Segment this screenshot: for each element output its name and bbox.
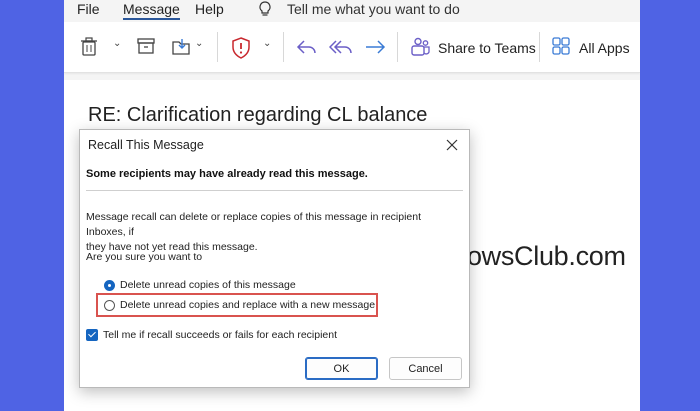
forward-icon[interactable] <box>364 37 386 62</box>
checkbox-checked[interactable] <box>86 329 98 341</box>
cancel-button[interactable]: Cancel <box>389 357 462 380</box>
ribbon-separator <box>397 32 398 62</box>
radio-button[interactable] <box>104 299 115 311</box>
delete-icon[interactable] <box>80 37 98 62</box>
dialog-warning: Some recipients may have already read th… <box>86 168 368 180</box>
recall-report-checkbox-row[interactable]: Tell me if recall succeeds or fails for … <box>86 329 337 341</box>
ribbon-separator <box>217 32 218 62</box>
description-line: Message recall can delete or replace cop… <box>86 211 422 238</box>
radio-label[interactable]: Delete unread copies and replace with a … <box>120 299 375 311</box>
move-icon[interactable] <box>171 37 193 62</box>
tell-me-search[interactable]: Tell me what you want to do <box>287 1 460 17</box>
ribbon-separator <box>283 32 284 62</box>
menu-file[interactable]: File <box>77 1 100 17</box>
reply-icon[interactable] <box>296 37 318 62</box>
lightbulb-icon[interactable] <box>257 0 273 23</box>
apps-grid-icon[interactable] <box>552 37 570 60</box>
chevron-down-icon[interactable]: ⌄ <box>195 38 203 49</box>
checkbox-label[interactable]: Tell me if recall succeeds or fails for … <box>103 329 337 341</box>
radio-label[interactable]: Delete unread copies of this message <box>120 279 296 291</box>
ok-button[interactable]: OK <box>305 357 378 380</box>
radio-button-checked[interactable] <box>104 279 115 291</box>
menu-message[interactable]: Message <box>123 1 180 20</box>
dialog-title: Recall This Message <box>88 138 204 152</box>
ribbon-toolbar: ⌄ ⌄ ⌄ Share to Teams All Apps <box>64 22 640 73</box>
chevron-down-icon[interactable]: ⌄ <box>263 38 271 49</box>
message-subject: RE: Clarification regarding CL balance <box>88 104 428 126</box>
dialog-description: Message recall can delete or replace cop… <box>86 210 461 255</box>
recall-message-dialog: Recall This Message Some recipients may … <box>79 129 470 388</box>
reply-all-icon[interactable] <box>328 37 353 62</box>
share-to-teams-button[interactable]: Share to Teams <box>438 40 536 56</box>
radio-delete-unread[interactable]: Delete unread copies of this message <box>104 279 296 291</box>
all-apps-button[interactable]: All Apps <box>579 40 630 56</box>
close-icon[interactable] <box>441 135 463 155</box>
ribbon-separator <box>539 32 540 62</box>
teams-icon[interactable] <box>409 37 431 62</box>
archive-icon[interactable] <box>136 37 156 60</box>
report-icon[interactable] <box>231 37 251 64</box>
divider <box>86 190 463 191</box>
radio-delete-and-replace[interactable]: Delete unread copies and replace with a … <box>104 299 375 311</box>
menu-help[interactable]: Help <box>195 1 224 17</box>
menu-bar: File Message Help Tell me what you want … <box>64 0 640 22</box>
dialog-question: Are you sure you want to <box>86 251 203 263</box>
chevron-down-icon[interactable]: ⌄ <box>113 38 121 49</box>
